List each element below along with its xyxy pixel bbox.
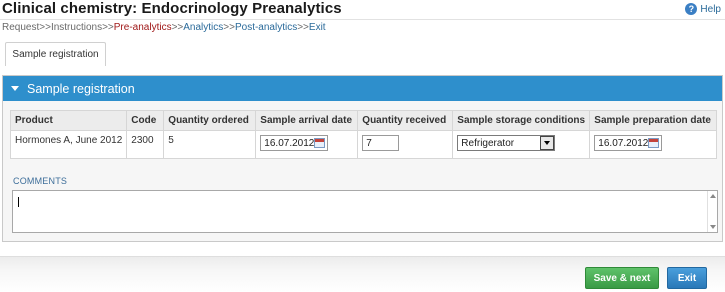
panel-title: Sample registration	[27, 81, 135, 96]
preparation-date-input[interactable]: 16.07.2012	[594, 135, 663, 151]
scroll-down-icon[interactable]	[710, 225, 716, 229]
breadcrumb-item-post-analytics[interactable]: Post-analytics	[235, 22, 297, 33]
arrival-date-input[interactable]: 16.07.2012	[260, 135, 329, 151]
breadcrumb-item-pre-analytics: Pre-analytics	[113, 22, 172, 33]
column-header-arrival-date: Sample arrival date	[255, 110, 359, 131]
cell-arrival-date: 16.07.2012	[255, 130, 359, 159]
storage-conditions-value: Refrigerator	[461, 137, 515, 149]
exit-button[interactable]: Exit	[667, 267, 707, 289]
comments-scrollbar[interactable]	[707, 191, 717, 232]
save-and-next-button[interactable]: Save & next	[585, 267, 659, 289]
cell-code: 2300	[126, 130, 165, 159]
column-header-quantity-received: Quantity received	[357, 110, 454, 131]
breadcrumb-item-exit[interactable]: Exit	[309, 22, 326, 33]
cell-quantity-ordered: 5	[163, 130, 257, 159]
calendar-icon[interactable]	[314, 138, 326, 148]
storage-conditions-select[interactable]: Refrigerator	[457, 135, 556, 151]
text-caret	[18, 197, 19, 207]
help-icon: ?	[685, 3, 698, 15]
footer-bar: Save & next Exit	[0, 256, 725, 292]
table-row: Hormones A, June 2012 2300 5 16.07.2012 …	[9, 130, 717, 159]
dropdown-button[interactable]	[540, 136, 555, 150]
title-divider	[0, 19, 725, 20]
breadcrumb-item-instructions: Instructions	[50, 22, 103, 33]
tab-strip: Sample registration	[0, 42, 725, 66]
scroll-up-icon[interactable]	[710, 194, 716, 198]
column-header-preparation-date: Sample preparation date	[589, 110, 717, 131]
cell-storage-conditions: Refrigerator	[452, 130, 591, 159]
cell-product: Hormones A, June 2012	[9, 130, 128, 159]
sample-table: Product Code Quantity ordered Sample arr…	[9, 110, 717, 159]
calendar-icon[interactable]	[648, 138, 660, 148]
column-header-code: Code	[126, 110, 165, 131]
preparation-date-value: 16.07.2012	[598, 137, 649, 149]
column-header-quantity-ordered: Quantity ordered	[163, 110, 257, 131]
breadcrumb-separator: >>	[39, 22, 51, 33]
page-title: Clinical chemistry: Endocrinology Preana…	[2, 0, 342, 17]
breadcrumb-separator: >>	[102, 22, 114, 33]
help-label: Help	[700, 3, 721, 15]
breadcrumb-separator: >>	[297, 22, 309, 33]
cell-quantity-received: 7	[357, 130, 454, 159]
tab-sample-registration[interactable]: Sample registration	[5, 42, 106, 66]
collapse-triangle-icon	[11, 86, 19, 91]
breadcrumb-separator: >>	[223, 22, 235, 33]
column-header-product: Product	[9, 110, 128, 131]
comments-label: COMMENTS	[13, 176, 68, 186]
chevron-down-icon	[544, 141, 551, 145]
panel-header[interactable]: Sample registration	[3, 76, 722, 101]
arrival-date-value: 16.07.2012	[264, 137, 315, 149]
table-header-row: Product Code Quantity ordered Sample arr…	[9, 110, 717, 131]
column-header-storage-conditions: Sample storage conditions	[452, 110, 591, 131]
breadcrumb-item-analytics[interactable]: Analytics	[183, 22, 223, 33]
quantity-received-input[interactable]: 7	[362, 135, 400, 151]
breadcrumb: Request>>Instructions>>Pre-analytics>>An…	[2, 22, 326, 33]
breadcrumb-item-request: Request	[2, 22, 40, 33]
sample-registration-panel: Sample registration Product Code Quantit…	[2, 75, 723, 242]
help-link[interactable]: ? Help	[685, 3, 721, 15]
comments-textarea[interactable]	[12, 190, 718, 233]
breadcrumb-separator: >>	[171, 22, 184, 33]
cell-preparation-date: 16.07.2012	[589, 130, 717, 159]
